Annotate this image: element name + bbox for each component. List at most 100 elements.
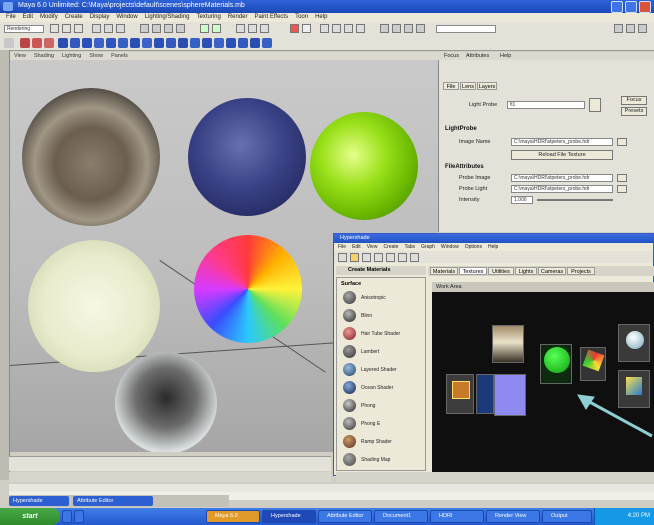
taskbar-document1[interactable]: Document1: [374, 510, 428, 523]
hs-tab-materials[interactable]: Materials: [430, 267, 458, 275]
record-icon[interactable]: [290, 24, 299, 33]
menu-texturing[interactable]: Texturing: [196, 13, 220, 22]
hs-menu-file[interactable]: File: [338, 243, 346, 251]
hs-tab-projects[interactable]: Projects: [567, 267, 595, 275]
select-component-icon[interactable]: [116, 24, 125, 33]
menu-file[interactable]: File: [6, 13, 16, 22]
menu-render[interactable]: Render: [228, 13, 248, 22]
sphere-green-glossy[interactable]: [310, 112, 418, 220]
attribute-editor-toggle-icon[interactable]: [404, 24, 413, 33]
hs-tool-icon-4[interactable]: [374, 253, 383, 262]
probe-light-field[interactable]: C:\maya\HDRI\stpeters_probe.hdr: [511, 185, 613, 193]
material-anisotropic[interactable]: Anisotropic: [343, 291, 423, 305]
shelf-icon-16[interactable]: [202, 38, 212, 48]
attr-menu-focus[interactable]: Focus: [444, 53, 459, 59]
shelf-icon-15[interactable]: [190, 38, 200, 48]
render-icon[interactable]: [236, 24, 245, 33]
select-node-icon[interactable]: [589, 98, 601, 112]
shelf-icon-5[interactable]: [70, 38, 80, 48]
presets-button[interactable]: Presets: [621, 107, 647, 116]
shelf-icon-21[interactable]: [262, 38, 272, 48]
hs-tool-icon-3[interactable]: [362, 253, 371, 262]
shelf-icon-14[interactable]: [178, 38, 188, 48]
attr-menu-attributes[interactable]: Attributes: [466, 53, 489, 59]
shelf-icon-20[interactable]: [250, 38, 260, 48]
hs-tab-cameras[interactable]: Cameras: [538, 267, 566, 275]
snap-point-icon[interactable]: [164, 24, 173, 33]
attr-tab-lens[interactable]: Lens: [460, 82, 476, 90]
attr-menu-help[interactable]: Help: [500, 53, 511, 59]
sequence-icon[interactable]: [302, 24, 311, 33]
taskbar-maya[interactable]: Maya 6.0: [206, 510, 260, 523]
quick-launch-desktop-icon[interactable]: [74, 510, 84, 523]
connector-node[interactable]: [476, 374, 494, 414]
taskbar-attribute-editor[interactable]: Attribute Editor: [318, 510, 372, 523]
window-titlebar[interactable]: Maya 6.0 Unlimited: C:\Maya\projects\def…: [0, 0, 654, 13]
snap-curve-icon[interactable]: [152, 24, 161, 33]
viewport-menu-shading[interactable]: Shading: [34, 52, 54, 60]
create-materials-header[interactable]: Create Materials: [336, 266, 426, 275]
attr-tab-layers[interactable]: Layers: [477, 82, 497, 90]
probe-image-field[interactable]: C:\maya\HDRI\stpeters_probe.hdr: [511, 174, 613, 182]
attr-tab-file[interactable]: File: [443, 82, 459, 90]
render-node[interactable]: [618, 324, 650, 362]
section-light-probe[interactable]: LightProbe: [445, 126, 477, 134]
shelf-icon-10[interactable]: [130, 38, 140, 48]
shelf-icon-12[interactable]: [154, 38, 164, 48]
strip-hypershade[interactable]: Hypershade: [9, 496, 69, 506]
minimize-button[interactable]: [611, 1, 623, 13]
panel-toggle-icon-3[interactable]: [638, 24, 647, 33]
ipr-render-icon[interactable]: [248, 24, 257, 33]
shelf-icon-4[interactable]: [58, 38, 68, 48]
maximize-button[interactable]: [625, 1, 637, 13]
taskbar-render-view[interactable]: Render View: [486, 510, 540, 523]
history-icon[interactable]: [200, 24, 209, 33]
menu-set-select[interactable]: Rendering: [4, 25, 44, 33]
clock[interactable]: 4:20 PM: [628, 513, 650, 519]
io-icon[interactable]: [212, 24, 221, 33]
start-button[interactable]: start: [0, 508, 60, 525]
create-materials-list[interactable]: Surface Anisotropic Blinn Hair Tube Shad…: [336, 277, 426, 471]
material-shading-map[interactable]: Shading Map: [343, 453, 423, 467]
taskbar-output[interactable]: Output: [542, 510, 592, 523]
taskbar-hdri[interactable]: HDRI: [430, 510, 484, 523]
material-phong-e[interactable]: Phong E: [343, 417, 423, 431]
command-line[interactable]: [9, 484, 654, 492]
viewport-menu-lighting[interactable]: Lighting: [62, 52, 81, 60]
hs-tool-icon-6[interactable]: [398, 253, 407, 262]
hs-menu-graph[interactable]: Graph: [421, 243, 435, 251]
layout-toggle-icon[interactable]: [392, 24, 401, 33]
shelf-icon-1[interactable]: [20, 38, 30, 48]
open-scene-icon[interactable]: [62, 24, 71, 33]
hs-tab-utilities[interactable]: Utilities: [488, 267, 514, 275]
image-name-field[interactable]: C:\maya\HDRI\stpeters_probe.hdr: [511, 138, 613, 146]
menu-display[interactable]: Display: [90, 13, 110, 22]
menu-paint-effects[interactable]: Paint Effects: [255, 13, 289, 22]
light-probe-node[interactable]: [494, 374, 526, 416]
taskbar-hypershade[interactable]: Hypershade: [262, 510, 316, 523]
hypershade-work-area[interactable]: [432, 292, 654, 472]
tool-icon[interactable]: [320, 24, 329, 33]
hs-tab-textures[interactable]: Textures: [459, 267, 487, 275]
strip-attribute-editor[interactable]: Attribute Editor: [73, 496, 153, 506]
focus-button[interactable]: Focus: [621, 96, 647, 105]
sphere-blue-metal[interactable]: [188, 98, 306, 216]
snap-grid-icon[interactable]: [140, 24, 149, 33]
shelf-icon-19[interactable]: [238, 38, 248, 48]
channel-box-toggle-icon[interactable]: [380, 24, 389, 33]
hs-menu-help[interactable]: Help: [488, 243, 498, 251]
select-object-icon[interactable]: [104, 24, 113, 33]
material-ocean-shader[interactable]: Ocean Shader: [343, 381, 423, 395]
hs-menu-edit[interactable]: Edit: [352, 243, 361, 251]
menu-help[interactable]: Help: [315, 13, 327, 22]
material-ramp-shader[interactable]: Ramp Shader: [343, 435, 423, 449]
file-texture-node[interactable]: [492, 325, 524, 363]
shelf-icon-8[interactable]: [106, 38, 116, 48]
menu-create[interactable]: Create: [65, 13, 83, 22]
time-slider[interactable]: [9, 456, 331, 471]
viewport-menu-show[interactable]: Show: [89, 52, 103, 60]
range-slider[interactable]: [9, 472, 331, 482]
menu-window[interactable]: Window: [116, 13, 137, 22]
place2d-texture-node[interactable]: [446, 374, 474, 414]
panel-toggle-icon[interactable]: [614, 24, 623, 33]
